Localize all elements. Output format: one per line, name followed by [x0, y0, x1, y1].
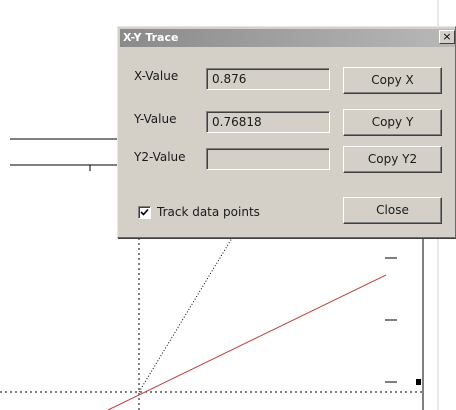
copy-y2-button[interactable]: Copy Y2	[343, 146, 442, 173]
trace-curve	[107, 274, 387, 410]
y2-value-label: Y2-Value	[134, 150, 186, 164]
close-button[interactable]: Close	[343, 197, 442, 224]
y-value-field[interactable]: 0.76818	[206, 111, 330, 133]
dialog-titlebar[interactable]: X-Y Trace ×	[120, 29, 455, 47]
checkmark-icon	[140, 208, 149, 216]
reference-diagonal-line	[138, 237, 233, 393]
copy-x-button[interactable]: Copy X	[343, 67, 442, 94]
close-icon[interactable]: ×	[439, 30, 455, 44]
track-data-points-label: Track data points	[157, 205, 260, 219]
xy-trace-dialog: X-Y Trace × X-Value 0.876 Copy X Y-Value…	[117, 26, 456, 238]
copy-y-button[interactable]: Copy Y	[343, 109, 442, 136]
dialog-title: X-Y Trace	[123, 31, 179, 44]
axis-marker	[416, 379, 421, 385]
y-value-label: Y-Value	[134, 112, 177, 126]
x-value-field[interactable]: 0.876	[206, 68, 330, 90]
y2-value-field[interactable]	[206, 148, 330, 170]
track-data-points-checkbox[interactable]	[138, 206, 151, 219]
x-value-label: X-Value	[134, 69, 179, 83]
